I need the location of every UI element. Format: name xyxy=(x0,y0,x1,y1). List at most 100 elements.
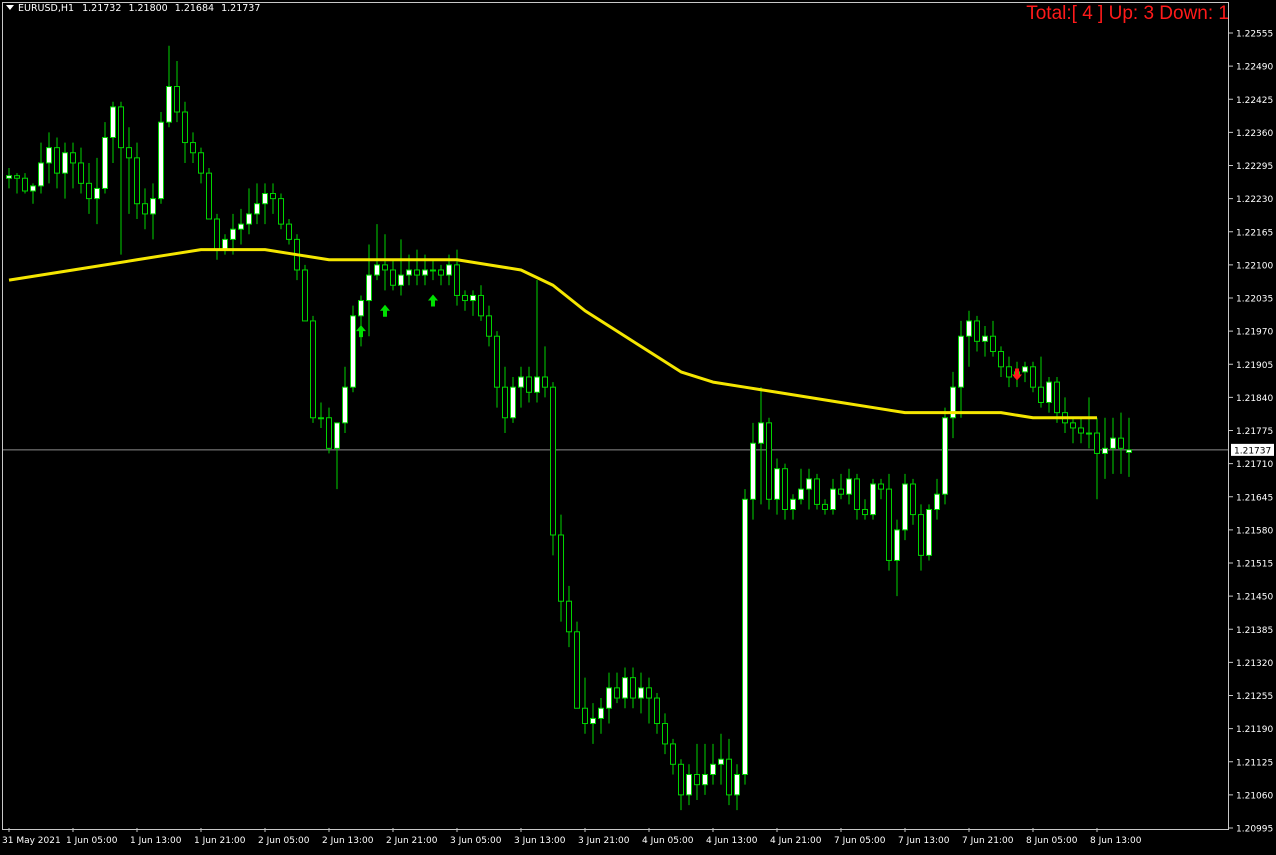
y-tick-label: 1.22165 xyxy=(1236,228,1273,238)
candle-body xyxy=(462,294,468,302)
candle-body xyxy=(846,478,852,495)
price-chart[interactable]: 1.22555 1.22490 1.22425 1.22360 1.22295 1.222… xyxy=(0,0,1276,851)
candle-body xyxy=(342,386,348,424)
candle-body xyxy=(174,86,180,113)
candle-body xyxy=(510,386,516,419)
candle-body xyxy=(710,763,716,775)
candle-body xyxy=(142,203,148,215)
x-tick-label: 1 Jun 21:00 xyxy=(194,836,246,846)
y-tick-label: 1.21840 xyxy=(1236,394,1273,404)
y-tick-label: 1.21385 xyxy=(1236,626,1273,636)
candle-body xyxy=(1030,366,1036,388)
dropdown-triangle-icon[interactable] xyxy=(6,5,14,10)
candle-body xyxy=(254,203,260,215)
candle-body xyxy=(870,483,876,516)
candle-body xyxy=(70,152,76,164)
candle-body xyxy=(286,223,292,240)
candle-body xyxy=(662,723,668,745)
candle-body xyxy=(614,687,620,699)
candle-body xyxy=(726,758,732,796)
close-value: 1.21737 xyxy=(221,3,261,14)
candle-body xyxy=(430,269,436,272)
y-tick-label: 1.22360 xyxy=(1236,129,1273,139)
candle-body xyxy=(566,600,572,633)
candle-body xyxy=(22,177,28,192)
candle-body xyxy=(350,315,356,388)
candle-body xyxy=(862,508,868,516)
candle-body xyxy=(126,147,132,159)
candle-body xyxy=(798,488,804,500)
candle-body xyxy=(806,478,812,490)
candle-body xyxy=(854,478,860,510)
x-tick-label: 7 Jun 13:00 xyxy=(898,836,950,846)
candle-body xyxy=(494,335,500,388)
candle-body xyxy=(382,264,388,271)
candle-body xyxy=(686,773,692,796)
candle-body xyxy=(470,294,476,302)
candle-body xyxy=(222,238,228,251)
x-tick-label: 2 Jun 13:00 xyxy=(322,836,374,846)
y-tick-label: 1.21710 xyxy=(1236,460,1273,470)
candle-body xyxy=(758,422,764,444)
candle-body xyxy=(990,335,996,353)
candle-body xyxy=(718,758,724,765)
x-tick-label: 31 May 2021 xyxy=(2,836,61,846)
candle-body xyxy=(38,162,44,187)
candle-body xyxy=(214,218,220,251)
candle-body xyxy=(278,198,284,225)
y-tick-label: 1.21060 xyxy=(1236,791,1273,801)
y-tick-label: 1.22100 xyxy=(1236,261,1273,271)
candle-body xyxy=(982,335,988,342)
candle-body xyxy=(78,162,84,184)
x-tick-label: 7 Jun 05:00 xyxy=(834,836,886,846)
y-tick-label: 1.21320 xyxy=(1236,659,1273,669)
candle-body xyxy=(454,264,460,296)
candle-body xyxy=(534,376,540,393)
low-value: 1.21684 xyxy=(174,3,215,14)
candle-body xyxy=(782,468,788,510)
candle-body xyxy=(94,187,100,200)
candle-body xyxy=(478,294,484,317)
chart-window[interactable]: 1.22555 1.22490 1.22425 1.22360 1.22295 1.222… xyxy=(0,0,1276,851)
candle-body xyxy=(486,315,492,337)
signal-stats: Total:[ 4 ] Up: 3 Down: 1 xyxy=(1026,3,1229,24)
candle-body xyxy=(398,274,404,286)
candle-body xyxy=(878,483,884,490)
candle-body xyxy=(646,687,652,699)
x-tick-label: 7 Jun 21:00 xyxy=(962,836,1014,846)
candle-body xyxy=(238,223,244,230)
open-value: 1.21732 xyxy=(82,3,122,14)
candle-body xyxy=(934,493,940,510)
candle-body xyxy=(550,386,556,536)
candle-body xyxy=(1086,432,1092,435)
candle-body xyxy=(902,483,908,531)
candle-body xyxy=(574,631,580,709)
candle-body xyxy=(894,529,900,561)
candle-body xyxy=(1038,386,1044,403)
candle-body xyxy=(158,121,164,200)
candle-body xyxy=(198,152,204,174)
candle-body xyxy=(638,687,644,699)
candle-body xyxy=(46,147,52,164)
candle-body xyxy=(1054,381,1060,414)
x-tick-label: 3 Jun 13:00 xyxy=(514,836,566,846)
candle-body xyxy=(790,498,796,510)
candle-body xyxy=(518,376,524,388)
candle-body xyxy=(886,488,892,561)
y-tick-label: 1.21450 xyxy=(1236,593,1273,603)
candle-body xyxy=(1094,432,1100,454)
y-tick-label: 1.22425 xyxy=(1236,96,1273,106)
candle-body xyxy=(262,193,268,205)
x-tick-label: 4 Jun 05:00 xyxy=(642,836,694,846)
candle-body xyxy=(390,269,396,286)
candle-body xyxy=(822,503,828,510)
candle-body xyxy=(598,707,604,719)
candle-body xyxy=(1078,427,1084,434)
x-tick-label: 8 Jun 05:00 xyxy=(1026,836,1078,846)
candle-body xyxy=(542,376,548,388)
y-tick-label: 1.22295 xyxy=(1236,162,1273,172)
candle-body xyxy=(670,743,676,765)
candle-body xyxy=(966,320,972,337)
candle-body xyxy=(630,677,636,699)
y-tick-label: 1.22035 xyxy=(1236,295,1273,305)
